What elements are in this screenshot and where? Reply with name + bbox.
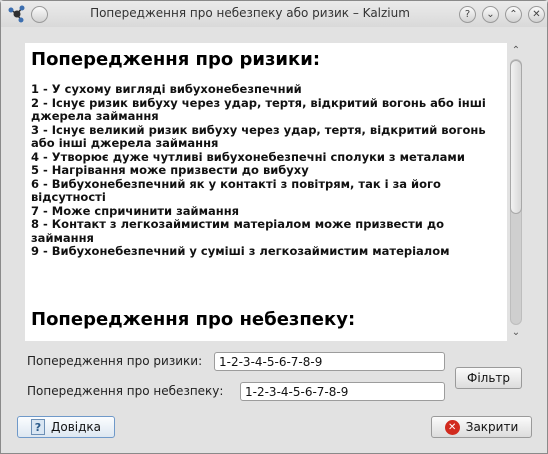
- close-icon[interactable]: ✕: [528, 6, 545, 23]
- close-button[interactable]: ✕ Закрити: [431, 416, 532, 438]
- close-circle-icon: ✕: [444, 419, 460, 435]
- risk-phrase-item: 2 - Існує ризик вибуху через удар, тертя…: [31, 95, 486, 123]
- risk-phrase-item: 8 - Контакт з легкозаймистим матеріалом …: [31, 217, 445, 245]
- window-menu-icon[interactable]: [31, 6, 48, 23]
- risk-phrases-list: 1 - У сухому вигляді вибухонебезпечний 2 …: [31, 82, 501, 259]
- risk-phrase-item: 9 - Вибухонебезпечний у суміші з легкоза…: [31, 244, 450, 258]
- help-icon[interactable]: ?: [459, 6, 476, 23]
- filter-button[interactable]: Фільтр: [455, 367, 522, 389]
- risk-phrases-input[interactable]: [214, 352, 445, 371]
- close-button-label: Закрити: [465, 420, 519, 434]
- risk-phrase-item: 7 - Може спричинити займання: [31, 203, 240, 218]
- scroll-down-icon[interactable]: ⌄: [508, 326, 524, 340]
- scroll-up-icon[interactable]: ⌃: [508, 44, 524, 58]
- minimize-icon[interactable]: ⌄: [482, 6, 499, 23]
- vertical-scrollbar[interactable]: ⌃ ⌄: [508, 43, 524, 341]
- title-bar[interactable]: Попередження про небезпеку або ризик – K…: [1, 1, 547, 27]
- phrases-text-view[interactable]: Попередження про ризики: 1 - У сухому ви…: [25, 43, 507, 341]
- scrollbar-thumb[interactable]: [510, 60, 522, 214]
- risk-phrases-heading: Попередження про ризики:: [31, 49, 321, 70]
- risk-phrase-item: 3 - Існує великий ризик вибуху через уда…: [31, 122, 486, 150]
- risk-phrase-item: 1 - У сухому вигляді вибухонебезпечний: [31, 82, 302, 96]
- risk-phrase-item: 5 - Нагрівання може призвести до вибуху: [31, 163, 309, 177]
- kalzium-app-icon[interactable]: [7, 4, 27, 24]
- help-button[interactable]: ? Довідка: [17, 416, 115, 438]
- maximize-icon[interactable]: ⌃: [505, 6, 522, 23]
- dialog-window: Попередження про небезпеку або ризик – K…: [0, 0, 548, 454]
- help-button-label: Довідка: [50, 420, 102, 434]
- risk-phrase-item: 6 - Вибухонебезпечний як у контакті з по…: [31, 176, 441, 204]
- filter-button-label: Фільтр: [466, 371, 510, 385]
- window-title: Попередження про небезпеку або ризик – K…: [90, 6, 410, 20]
- safety-phrases-heading: Попередження про небезпеку:: [31, 309, 356, 330]
- risk-phrase-item: 4 - Утворює дуже чутливі вибухонебезпечн…: [31, 149, 465, 164]
- help-book-icon: ?: [30, 419, 45, 435]
- safety-phrases-label: Попередження про небезпеку:: [27, 384, 224, 398]
- safety-phrases-input[interactable]: [240, 382, 445, 401]
- risk-phrases-label: Попередження про ризики:: [27, 354, 203, 368]
